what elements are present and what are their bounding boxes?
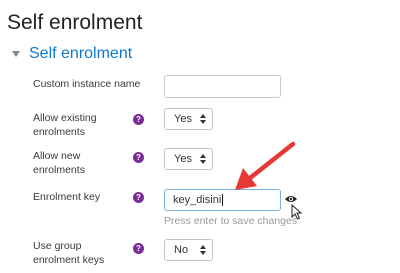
instance-name-label: Custom instance name <box>33 78 141 90</box>
caret-down-icon[interactable] <box>12 51 20 57</box>
help-icon[interactable]: ? <box>133 152 144 163</box>
allow-existing-select[interactable]: Yes <box>164 108 213 130</box>
help-icon[interactable]: ? <box>133 192 144 203</box>
allow-new-label: Allow new enrolments <box>33 150 85 176</box>
instance-name-input[interactable] <box>164 75 281 98</box>
page-title: Self enrolment <box>7 11 143 34</box>
enrolment-key-input[interactable]: key_disini <box>164 189 281 211</box>
enrolment-key-value: key_disini <box>173 194 222 206</box>
group-keys-select[interactable]: No <box>164 239 213 261</box>
save-hint: Press enter to save changes <box>164 215 298 227</box>
help-icon[interactable]: ? <box>133 114 144 125</box>
mouse-cursor-icon <box>291 204 302 220</box>
eye-icon[interactable] <box>284 194 298 204</box>
allow-new-select[interactable]: Yes <box>164 148 213 170</box>
text-caret <box>222 194 224 207</box>
enrolment-key-label: Enrolment key <box>33 191 101 203</box>
select-arrows-icon <box>200 114 206 124</box>
group-keys-label: Use group enrolment keys <box>33 240 105 266</box>
select-arrows-icon <box>200 245 206 255</box>
help-icon[interactable]: ? <box>133 243 144 254</box>
section-title[interactable]: Self enrolment <box>29 45 132 63</box>
select-arrows-icon <box>200 154 206 164</box>
allow-existing-label: Allow existing enrolments <box>33 112 97 138</box>
section-header-self-enrolment[interactable]: Self enrolment <box>12 44 132 64</box>
